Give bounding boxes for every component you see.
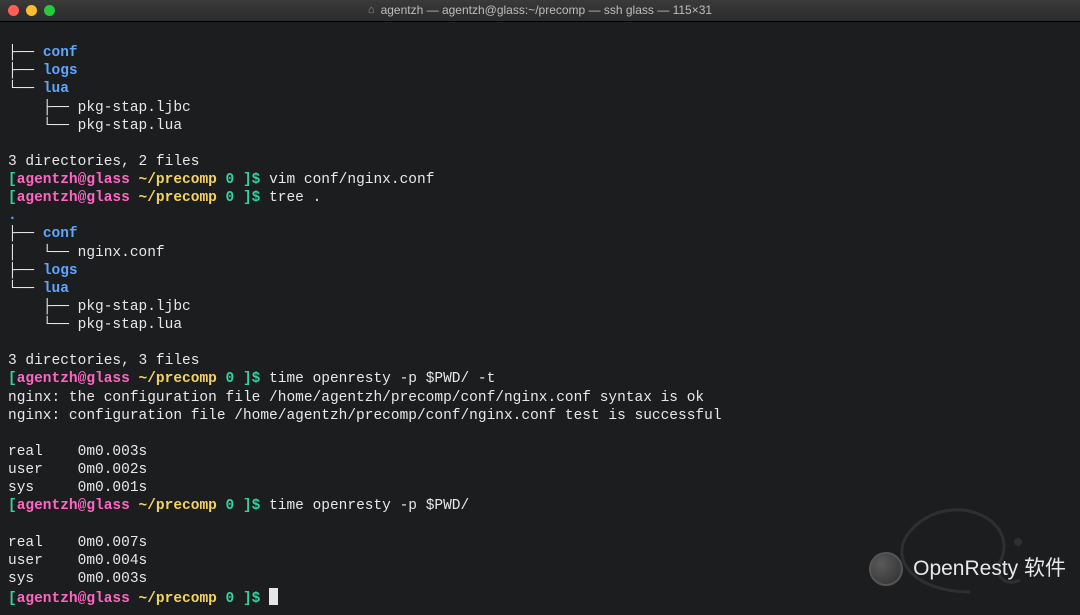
prompt-path: ~/precomp xyxy=(130,498,217,514)
prompt-status: 0 xyxy=(217,371,243,387)
prompt-status: 0 xyxy=(217,591,243,607)
prompt-close: ] xyxy=(243,591,252,607)
prompt-dollar: $ xyxy=(252,591,269,607)
prompt-dollar: $ xyxy=(252,172,269,188)
prompt-dollar: $ xyxy=(252,371,269,387)
tree-summary: 3 directories, 3 files xyxy=(8,353,199,369)
tree-branch: ├── xyxy=(8,263,43,279)
tree-file: │ └── nginx.conf xyxy=(8,245,165,261)
command: tree . xyxy=(269,190,321,206)
prompt-path: ~/precomp xyxy=(130,172,217,188)
prompt-status: 0 xyxy=(217,498,243,514)
prompt-status: 0 xyxy=(217,172,243,188)
title-text: agentzh — agentzh@glass:~/precomp — ssh … xyxy=(381,3,712,18)
prompt-open: [ xyxy=(8,498,17,514)
close-icon[interactable] xyxy=(8,5,19,16)
prompt-dollar: $ xyxy=(252,190,269,206)
prompt-userhost: agentzh@glass xyxy=(17,172,130,188)
prompt-close: ] xyxy=(243,498,252,514)
tree-file: └── pkg-stap.lua xyxy=(8,118,182,134)
zoom-icon[interactable] xyxy=(44,5,55,16)
prompt-path: ~/precomp xyxy=(130,591,217,607)
tree-branch: └── xyxy=(8,281,43,297)
tree-root: . xyxy=(8,208,17,224)
tree-branch: ├── xyxy=(8,63,43,79)
time-sys: sys 0m0.003s xyxy=(8,571,147,587)
time-user: user 0m0.004s xyxy=(8,553,147,569)
dir-name: lua xyxy=(43,281,69,297)
prompt-open: [ xyxy=(8,172,17,188)
tree-branch: ├── xyxy=(8,45,43,61)
prompt-open: [ xyxy=(8,371,17,387)
tree-branch: ├── xyxy=(8,226,43,242)
watermark-text: OpenResty 软件 xyxy=(913,556,1066,582)
dir-name: logs xyxy=(43,263,78,279)
time-real: real 0m0.007s xyxy=(8,535,147,551)
prompt-close: ] xyxy=(243,190,252,206)
prompt-open: [ xyxy=(8,591,17,607)
tree-file: ├── pkg-stap.ljbc xyxy=(8,100,191,116)
dir-name: logs xyxy=(43,63,78,79)
nginx-output: nginx: the configuration file /home/agen… xyxy=(8,390,704,406)
wechat-icon xyxy=(869,552,903,586)
watermark: OpenResty 软件 xyxy=(869,552,1066,586)
window-titlebar: ⌂ agentzh — agentzh@glass:~/precomp — ss… xyxy=(0,0,1080,22)
command: time openresty -p $PWD/ xyxy=(269,498,469,514)
traffic-lights xyxy=(8,5,55,16)
prompt-userhost: agentzh@glass xyxy=(17,498,130,514)
prompt-userhost: agentzh@glass xyxy=(17,371,130,387)
time-real: real 0m0.003s xyxy=(8,444,147,460)
tree-file: └── pkg-stap.lua xyxy=(8,317,182,333)
minimize-icon[interactable] xyxy=(26,5,37,16)
prompt-path: ~/precomp xyxy=(130,190,217,206)
window-title: ⌂ agentzh — agentzh@glass:~/precomp — ss… xyxy=(368,3,712,18)
terminal-output[interactable]: ├── conf ├── logs └── lua ├── pkg-stap.l… xyxy=(0,22,1080,615)
command: time openresty -p $PWD/ -t xyxy=(269,371,495,387)
nginx-output: nginx: configuration file /home/agentzh/… xyxy=(8,408,722,424)
cursor xyxy=(269,588,278,605)
prompt-close: ] xyxy=(243,172,252,188)
tree-branch: └── xyxy=(8,81,43,97)
prompt-status: 0 xyxy=(217,190,243,206)
prompt-open: [ xyxy=(8,190,17,206)
dir-name: conf xyxy=(43,45,78,61)
prompt-close: ] xyxy=(243,371,252,387)
tree-file: ├── pkg-stap.ljbc xyxy=(8,299,191,315)
home-icon: ⌂ xyxy=(368,4,375,18)
prompt-dollar: $ xyxy=(252,498,269,514)
command: vim conf/nginx.conf xyxy=(269,172,434,188)
prompt-userhost: agentzh@glass xyxy=(17,190,130,206)
prompt-userhost: agentzh@glass xyxy=(17,591,130,607)
prompt-path: ~/precomp xyxy=(130,371,217,387)
time-sys: sys 0m0.001s xyxy=(8,480,147,496)
time-user: user 0m0.002s xyxy=(8,462,147,478)
tree-summary: 3 directories, 2 files xyxy=(8,154,199,170)
dir-name: lua xyxy=(43,81,69,97)
dir-name: conf xyxy=(43,226,78,242)
